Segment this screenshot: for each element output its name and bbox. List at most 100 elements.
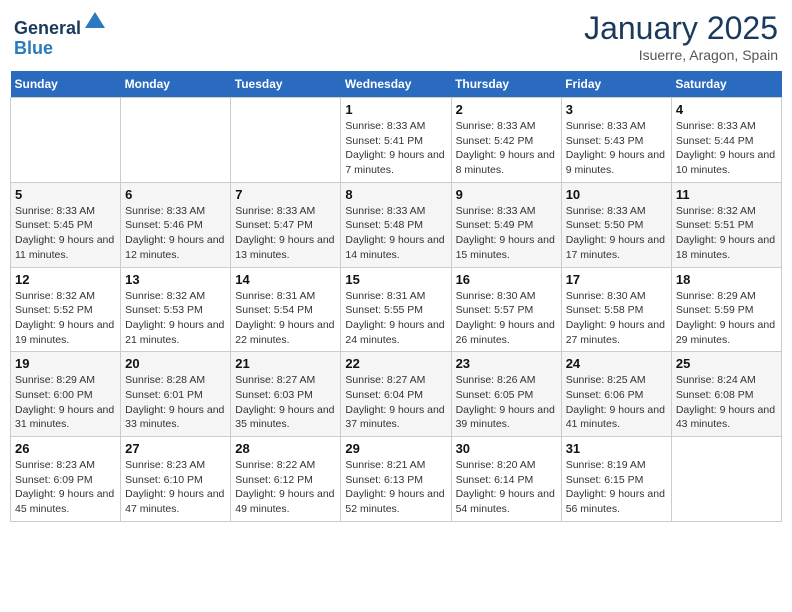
calendar-cell: 6 Sunrise: 8:33 AM Sunset: 5:46 PM Daylig… <box>121 182 231 267</box>
calendar-week-1: 1Sunrise: 8:33 AM Sunset: 5:41 PM Daylig… <box>11 98 782 183</box>
day-info: Sunrise: 8:33 AM Sunset: 5:48 PM Dayligh… <box>345 204 446 263</box>
day-info: Sunrise: 8:33 AM Sunset: 5:42 PM Dayligh… <box>456 119 557 178</box>
day-number: 1 <box>345 102 446 117</box>
day-number: 16 <box>456 272 557 287</box>
calendar-cell: 20Sunrise: 8:28 AM Sunset: 6:01 PM Dayli… <box>121 352 231 437</box>
day-number: 25 <box>676 356 777 371</box>
weekday-header-thursday: Thursday <box>451 71 561 98</box>
calendar-cell: 25 Sunrise: 8:24 AM Sunset: 6:08 PM Dayli… <box>671 352 781 437</box>
calendar-body: 1Sunrise: 8:33 AM Sunset: 5:41 PM Daylig… <box>11 98 782 522</box>
day-info: Sunrise: 8:33 AM Sunset: 5:46 PM Dayligh… <box>125 204 226 263</box>
day-number: 6 <box>125 187 226 202</box>
calendar-cell: 16 Sunrise: 8:30 AM Sunset: 5:57 PM Dayli… <box>451 267 561 352</box>
day-number: 21 <box>235 356 336 371</box>
day-number: 19 <box>15 356 116 371</box>
calendar-cell <box>231 98 341 183</box>
day-info: Sunrise: 8:20 AM Sunset: 6:14 PM Dayligh… <box>456 458 557 517</box>
day-info: Sunrise: 8:23 AM Sunset: 6:10 PM Dayligh… <box>125 458 226 517</box>
day-info: Sunrise: 8:29 AM Sunset: 6:00 PM Dayligh… <box>15 373 116 432</box>
day-info: Sunrise: 8:33 AM Sunset: 5:44 PM Dayligh… <box>676 119 777 178</box>
calendar-cell <box>11 98 121 183</box>
day-number: 10 <box>566 187 667 202</box>
calendar-week-5: 26Sunrise: 8:23 AM Sunset: 6:09 PM Dayli… <box>11 437 782 522</box>
weekday-header-monday: Monday <box>121 71 231 98</box>
day-number: 8 <box>345 187 446 202</box>
calendar-cell: 28Sunrise: 8:22 AM Sunset: 6:12 PM Dayli… <box>231 437 341 522</box>
calendar-cell: 17 Sunrise: 8:30 AM Sunset: 5:58 PM Dayli… <box>561 267 671 352</box>
calendar-cell: 10Sunrise: 8:33 AM Sunset: 5:50 PM Dayli… <box>561 182 671 267</box>
day-info: Sunrise: 8:27 AM Sunset: 6:03 PM Dayligh… <box>235 373 336 432</box>
weekday-header-wednesday: Wednesday <box>341 71 451 98</box>
weekday-header-tuesday: Tuesday <box>231 71 341 98</box>
day-info: Sunrise: 8:30 AM Sunset: 5:57 PM Dayligh… <box>456 289 557 348</box>
calendar-cell: 9 Sunrise: 8:33 AM Sunset: 5:49 PM Daylig… <box>451 182 561 267</box>
day-info: Sunrise: 8:33 AM Sunset: 5:43 PM Dayligh… <box>566 119 667 178</box>
calendar-cell: 21 Sunrise: 8:27 AM Sunset: 6:03 PM Dayli… <box>231 352 341 437</box>
calendar-cell: 27 Sunrise: 8:23 AM Sunset: 6:10 PM Dayli… <box>121 437 231 522</box>
calendar-cell: 26Sunrise: 8:23 AM Sunset: 6:09 PM Dayli… <box>11 437 121 522</box>
calendar-cell: 12Sunrise: 8:32 AM Sunset: 5:52 PM Dayli… <box>11 267 121 352</box>
day-number: 29 <box>345 441 446 456</box>
calendar-cell: 11 Sunrise: 8:32 AM Sunset: 5:51 PM Dayli… <box>671 182 781 267</box>
day-number: 5 <box>15 187 116 202</box>
day-number: 20 <box>125 356 226 371</box>
weekday-header-sunday: Sunday <box>11 71 121 98</box>
day-number: 9 <box>456 187 557 202</box>
calendar-table: SundayMondayTuesdayWednesdayThursdayFrid… <box>10 71 782 522</box>
day-number: 24 <box>566 356 667 371</box>
logo-blue: Blue <box>14 38 53 58</box>
day-info: Sunrise: 8:32 AM Sunset: 5:51 PM Dayligh… <box>676 204 777 263</box>
day-number: 28 <box>235 441 336 456</box>
day-number: 12 <box>15 272 116 287</box>
calendar-cell: 19 Sunrise: 8:29 AM Sunset: 6:00 PM Dayli… <box>11 352 121 437</box>
day-number: 17 <box>566 272 667 287</box>
page-header: General Blue January 2025 Isuerre, Arago… <box>10 10 782 63</box>
day-number: 2 <box>456 102 557 117</box>
calendar-cell: 18 Sunrise: 8:29 AM Sunset: 5:59 PM Dayli… <box>671 267 781 352</box>
day-number: 23 <box>456 356 557 371</box>
calendar-cell: 14 Sunrise: 8:31 AM Sunset: 5:54 PM Dayli… <box>231 267 341 352</box>
weekday-header-saturday: Saturday <box>671 71 781 98</box>
day-number: 27 <box>125 441 226 456</box>
calendar-cell: 31 Sunrise: 8:19 AM Sunset: 6:15 PM Dayli… <box>561 437 671 522</box>
calendar-cell: 1Sunrise: 8:33 AM Sunset: 5:41 PM Daylig… <box>341 98 451 183</box>
weekday-header-friday: Friday <box>561 71 671 98</box>
calendar-week-4: 19 Sunrise: 8:29 AM Sunset: 6:00 PM Dayli… <box>11 352 782 437</box>
day-number: 11 <box>676 187 777 202</box>
logo-icon <box>83 10 107 34</box>
day-info: Sunrise: 8:27 AM Sunset: 6:04 PM Dayligh… <box>345 373 446 432</box>
day-info: Sunrise: 8:24 AM Sunset: 6:08 PM Dayligh… <box>676 373 777 432</box>
day-number: 15 <box>345 272 446 287</box>
calendar-cell: 30 Sunrise: 8:20 AM Sunset: 6:14 PM Dayli… <box>451 437 561 522</box>
calendar-cell: 22Sunrise: 8:27 AM Sunset: 6:04 PM Dayli… <box>341 352 451 437</box>
day-info: Sunrise: 8:19 AM Sunset: 6:15 PM Dayligh… <box>566 458 667 517</box>
day-info: Sunrise: 8:29 AM Sunset: 5:59 PM Dayligh… <box>676 289 777 348</box>
calendar-cell: 13Sunrise: 8:32 AM Sunset: 5:53 PM Dayli… <box>121 267 231 352</box>
day-number: 14 <box>235 272 336 287</box>
title-block: January 2025 Isuerre, Aragon, Spain <box>584 10 778 63</box>
day-number: 4 <box>676 102 777 117</box>
calendar-cell: 3Sunrise: 8:33 AM Sunset: 5:43 PM Daylig… <box>561 98 671 183</box>
calendar-cell: 2 Sunrise: 8:33 AM Sunset: 5:42 PM Daylig… <box>451 98 561 183</box>
logo-text: General Blue <box>14 10 107 59</box>
day-number: 31 <box>566 441 667 456</box>
day-info: Sunrise: 8:31 AM Sunset: 5:54 PM Dayligh… <box>235 289 336 348</box>
calendar-week-2: 5Sunrise: 8:33 AM Sunset: 5:45 PM Daylig… <box>11 182 782 267</box>
calendar-cell: 24 Sunrise: 8:25 AM Sunset: 6:06 PM Dayli… <box>561 352 671 437</box>
calendar-cell: 23Sunrise: 8:26 AM Sunset: 6:05 PM Dayli… <box>451 352 561 437</box>
day-info: Sunrise: 8:33 AM Sunset: 5:47 PM Dayligh… <box>235 204 336 263</box>
day-info: Sunrise: 8:33 AM Sunset: 5:49 PM Dayligh… <box>456 204 557 263</box>
location: Isuerre, Aragon, Spain <box>584 47 778 63</box>
weekday-header-row: SundayMondayTuesdayWednesdayThursdayFrid… <box>11 71 782 98</box>
day-number: 30 <box>456 441 557 456</box>
calendar-cell <box>671 437 781 522</box>
calendar-cell: 4 Sunrise: 8:33 AM Sunset: 5:44 PM Daylig… <box>671 98 781 183</box>
logo-general: General <box>14 18 81 38</box>
calendar-cell: 29 Sunrise: 8:21 AM Sunset: 6:13 PM Dayli… <box>341 437 451 522</box>
day-info: Sunrise: 8:21 AM Sunset: 6:13 PM Dayligh… <box>345 458 446 517</box>
day-info: Sunrise: 8:30 AM Sunset: 5:58 PM Dayligh… <box>566 289 667 348</box>
day-info: Sunrise: 8:25 AM Sunset: 6:06 PM Dayligh… <box>566 373 667 432</box>
day-info: Sunrise: 8:31 AM Sunset: 5:55 PM Dayligh… <box>345 289 446 348</box>
day-info: Sunrise: 8:32 AM Sunset: 5:53 PM Dayligh… <box>125 289 226 348</box>
day-number: 18 <box>676 272 777 287</box>
